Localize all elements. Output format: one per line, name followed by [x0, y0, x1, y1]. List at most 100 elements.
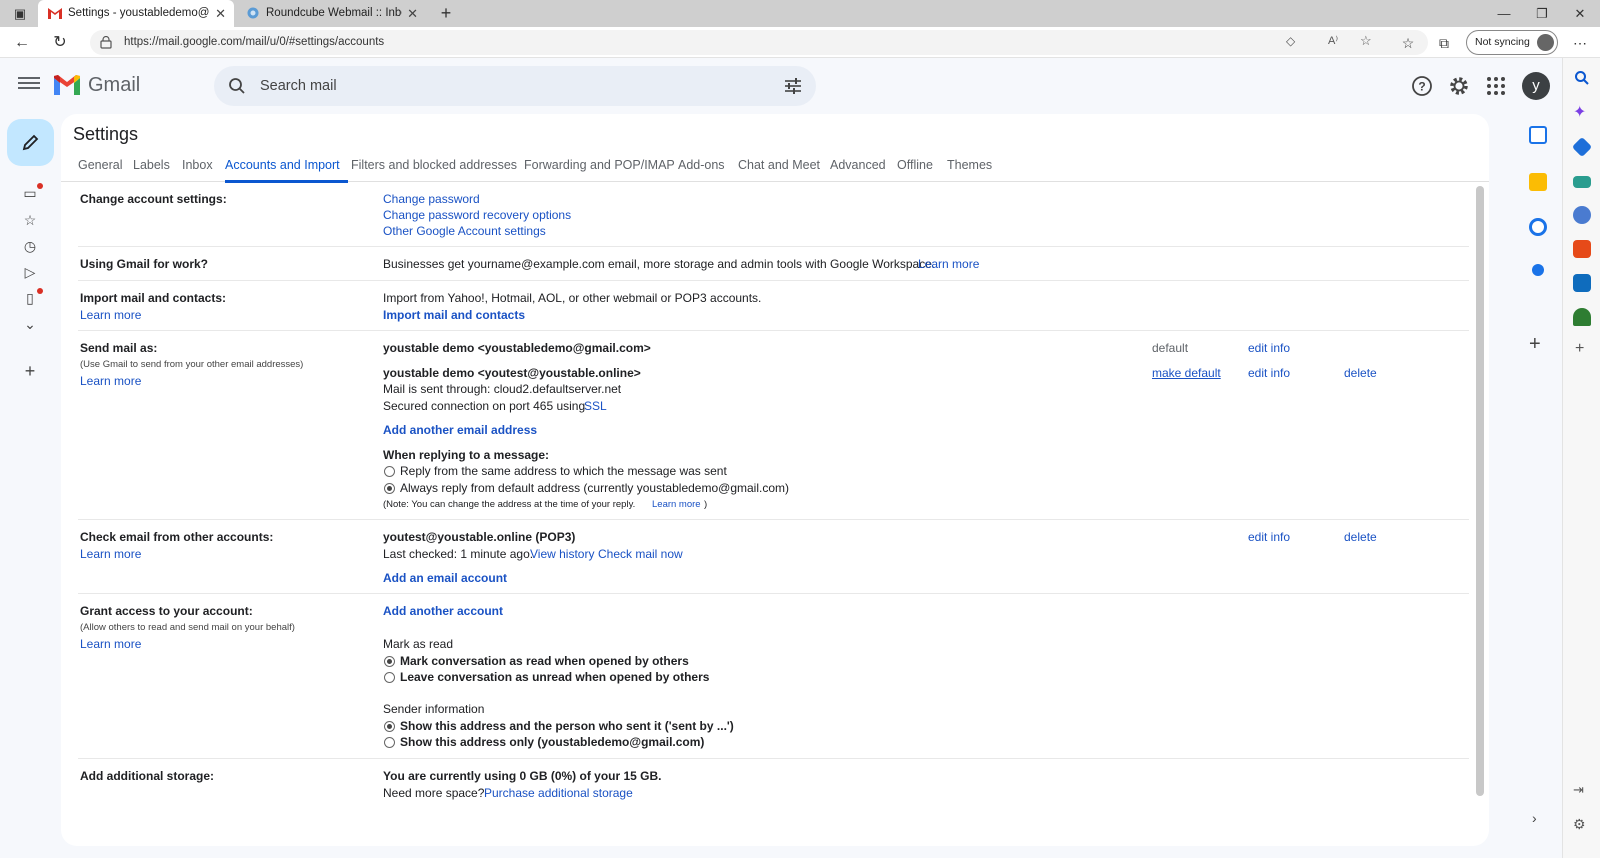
section-sublabel: (Allow others to read and send mail on y… [80, 622, 295, 633]
more-chevron-down-icon[interactable]: ⌄ [20, 314, 40, 334]
settings-gear-icon[interactable] [1447, 74, 1471, 98]
calendar-icon[interactable] [1529, 126, 1547, 144]
purchase-storage-link[interactable]: Purchase additional storage [484, 786, 633, 800]
more-options-icon[interactable]: ⋯ [1568, 31, 1592, 55]
learn-more-link[interactable]: Learn more [80, 374, 141, 388]
mark-read-radio[interactable] [384, 656, 395, 667]
snoozed-icon[interactable]: ◷ [20, 236, 40, 256]
tab-themes[interactable]: Themes [947, 158, 992, 172]
contacts-icon[interactable] [1532, 264, 1544, 276]
tab-addons[interactable]: Add-ons [678, 158, 725, 172]
learn-more-link[interactable]: Learn more [652, 499, 701, 510]
active-tab-indicator [225, 180, 348, 183]
tab-chat-and-meet[interactable]: Chat and Meet [738, 158, 820, 172]
help-icon[interactable]: ? [1410, 74, 1434, 98]
tools-icon[interactable] [1573, 176, 1591, 188]
reading-view-icon[interactable]: ◇ [1286, 34, 1295, 48]
sender-only-radio[interactable] [384, 737, 395, 748]
starred-icon[interactable]: ☆ [20, 210, 40, 230]
tab-forwarding[interactable]: Forwarding and POP/IMAP [524, 158, 675, 172]
view-history-link[interactable]: View history [530, 547, 594, 561]
storage-usage-text: You are currently using 0 GB (0%) of you… [383, 769, 662, 783]
leave-unread-radio[interactable] [384, 672, 395, 683]
check-mail-now-link[interactable]: Check mail now [598, 547, 683, 561]
outlook-icon[interactable] [1573, 274, 1591, 292]
main-menu-icon[interactable] [18, 74, 40, 94]
create-label-icon[interactable]: + [20, 361, 40, 381]
edit-info-link[interactable]: edit info [1248, 366, 1290, 380]
learn-more-link[interactable]: Learn more [918, 257, 979, 271]
copilot-icon[interactable]: ✦ [1573, 102, 1586, 122]
gmail-brand[interactable]: Gmail [88, 74, 140, 97]
tab-actions-icon[interactable]: ▣ [2, 0, 38, 27]
browser-tab-bar: ▣ Settings - youstabledemo@gmai ✕ Roundc… [0, 0, 1600, 27]
close-window-icon[interactable]: ✕ [1562, 0, 1598, 27]
add-sidebar-app-icon[interactable]: + [1575, 340, 1584, 358]
keep-icon[interactable] [1529, 173, 1547, 191]
get-addons-icon[interactable]: + [1529, 333, 1541, 356]
change-password-link[interactable]: Change password [383, 192, 480, 206]
add-email-account-button[interactable]: Add an email account [383, 571, 507, 585]
edit-info-link[interactable]: edit info [1248, 341, 1290, 355]
tab-filters[interactable]: Filters and blocked addresses [351, 158, 517, 172]
make-default-link[interactable]: make default [1152, 366, 1221, 380]
import-mail-button[interactable]: Import mail and contacts [383, 308, 525, 322]
collections-icon[interactable]: ⧉ [1432, 31, 1456, 55]
address-bar[interactable]: https://mail.google.com/mail/u/0/#settin… [90, 30, 1428, 55]
office-icon[interactable] [1573, 240, 1591, 258]
favorites-icon[interactable]: ☆ [1396, 31, 1420, 55]
read-aloud-icon[interactable]: A⁾ [1328, 34, 1338, 47]
lock-icon[interactable] [100, 36, 112, 49]
add-email-address-button[interactable]: Add another email address [383, 423, 537, 437]
search-icon[interactable] [228, 77, 246, 95]
compose-button[interactable] [7, 119, 54, 166]
tab-general[interactable]: General [78, 158, 122, 172]
hide-sidebar-icon[interactable]: ⇥ [1573, 782, 1584, 798]
learn-more-link[interactable]: Learn more [80, 637, 141, 651]
tab-inbox[interactable]: Inbox [182, 158, 213, 172]
browser-tab-settings[interactable]: Settings - youstabledemo@gmai ✕ [38, 0, 234, 27]
search-bar[interactable] [214, 66, 816, 106]
ssl-link[interactable]: SSL [584, 399, 607, 413]
search-options-icon[interactable] [784, 78, 802, 94]
minimize-icon[interactable]: — [1486, 0, 1522, 27]
delete-link[interactable]: delete [1344, 530, 1377, 544]
refresh-icon[interactable]: ↻ [48, 31, 72, 55]
reply-default-radio[interactable] [384, 483, 395, 494]
sender-both-radio[interactable] [384, 721, 395, 732]
new-tab-icon[interactable]: + [428, 0, 464, 27]
games-icon[interactable] [1573, 206, 1591, 224]
tasks-icon[interactable] [1529, 218, 1547, 236]
scrollbar[interactable] [1476, 186, 1484, 796]
search-input[interactable] [260, 66, 740, 106]
apps-grid-icon[interactable] [1484, 74, 1508, 98]
sent-icon[interactable]: ▷ [20, 262, 40, 282]
reply-same-radio[interactable] [384, 466, 395, 477]
hide-side-panel-icon[interactable]: › [1532, 810, 1537, 826]
account-avatar[interactable]: y [1522, 72, 1550, 100]
shopping-icon[interactable] [1571, 136, 1593, 158]
drop-icon[interactable] [1573, 308, 1591, 326]
send-as-address-1: youstable demo <youstabledemo@gmail.com> [383, 341, 651, 355]
learn-more-link[interactable]: Learn more [80, 547, 141, 561]
close-tab-icon[interactable]: ✕ [407, 0, 418, 27]
back-icon[interactable]: ← [10, 31, 34, 55]
search-icon[interactable] [1574, 70, 1590, 86]
delete-link[interactable]: delete [1344, 366, 1377, 380]
google-account-link[interactable]: Other Google Account settings [383, 224, 546, 238]
restore-icon[interactable]: ❐ [1524, 0, 1560, 27]
tab-offline[interactable]: Offline [897, 158, 933, 172]
add-another-account-button[interactable]: Add another account [383, 604, 503, 618]
edit-info-link[interactable]: edit info [1248, 530, 1290, 544]
tab-advanced[interactable]: Advanced [830, 158, 886, 172]
profile-sync-button[interactable]: Not syncing [1466, 30, 1558, 55]
sidebar-settings-icon[interactable]: ⚙ [1573, 816, 1586, 833]
tab-accounts-and-import[interactable]: Accounts and Import [225, 158, 340, 172]
url-text[interactable]: https://mail.google.com/mail/u/0/#settin… [124, 30, 384, 55]
close-tab-icon[interactable]: ✕ [215, 0, 226, 27]
learn-more-link[interactable]: Learn more [80, 308, 141, 322]
tab-labels[interactable]: Labels [133, 158, 170, 172]
recovery-options-link[interactable]: Change password recovery options [383, 208, 571, 222]
add-favorite-icon[interactable]: ☆ [1360, 33, 1372, 49]
browser-tab-roundcube[interactable]: Roundcube Webmail :: Inbox ✕ [236, 0, 426, 27]
